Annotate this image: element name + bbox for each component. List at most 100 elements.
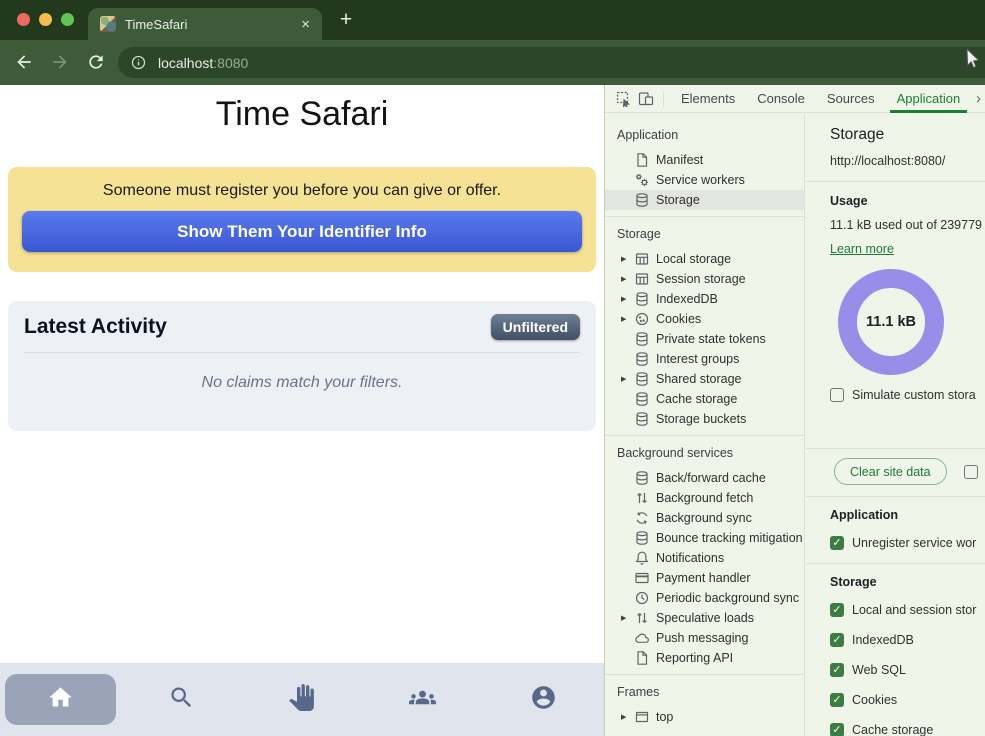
expander-icon[interactable] [621,255,634,263]
tab-sources[interactable]: Sources [816,85,886,113]
tree-item-top-frame[interactable]: top [605,707,804,727]
tab-elements[interactable]: Elements [670,85,746,113]
back-icon[interactable] [14,52,34,72]
nav-search[interactable] [121,684,242,716]
tree-item-payment-handler[interactable]: Payment handler [605,568,804,588]
websql-checkbox[interactable] [830,663,844,677]
minimize-window-button[interactable] [39,13,52,26]
strip-separator [663,91,664,107]
site-info-icon[interactable] [130,54,147,71]
pane-divider [806,563,985,564]
database-icon [634,331,650,347]
tree-item-storage-buckets[interactable]: Storage buckets [605,409,804,429]
tree-item-shared-storage[interactable]: Shared storage [605,369,804,389]
expander-icon[interactable] [621,375,634,383]
forward-icon[interactable] [50,52,70,72]
tree-item-indexeddb[interactable]: IndexedDB [605,289,804,309]
tab-close-icon[interactable]: × [301,17,310,32]
tree-item-bounce-tracking[interactable]: Bounce tracking mitigation [605,528,804,548]
usage-donut-label: 11.1 kB [866,314,916,330]
indexeddb-checkbox[interactable] [830,633,844,647]
show-identifier-info-button[interactable]: Show Them Your Identifier Info [22,211,582,252]
nav-home-active-pill[interactable] [5,674,116,725]
usage-heading: Usage [830,194,985,208]
storage-option-row: Web SQL [830,662,985,678]
unregister-sw-row: Unregister service wor [830,535,985,551]
expander-icon[interactable] [621,315,634,323]
empty-state-message: No claims match your filters. [24,374,580,392]
nav-profile[interactable] [483,684,604,716]
browser-tab[interactable]: TimeSafari × [88,8,322,40]
usage-donut-chart: 11.1 kB [838,269,944,375]
nav-offer[interactable] [242,684,363,716]
device-toolbar-icon[interactable] [635,90,657,108]
clear-site-data-button[interactable]: Clear site data [834,458,947,485]
expander-icon[interactable] [621,713,634,721]
cloud-icon [634,630,650,646]
tree-item-periodic-background-sync[interactable]: Periodic background sync [605,588,804,608]
browser-toolbar: localhost:8080 [0,40,985,85]
file-icon [634,650,650,666]
timesafari-favicon [100,16,116,32]
browser-window: TimeSafari × + localhost:8080 Time Safar… [0,0,985,736]
nav-contacts[interactable] [362,684,483,716]
unfiltered-button[interactable]: Unfiltered [491,314,580,340]
sidebar-section-application: Application Manifest Service workers Sto… [605,118,804,210]
database-icon [634,291,650,307]
latest-activity-heading: Latest Activity [24,315,167,339]
tree-item-back-forward-cache[interactable]: Back/forward cache [605,468,804,488]
local-session-storage-checkbox[interactable] [830,603,844,617]
home-icon [47,684,74,716]
simulate-quota-checkbox[interactable] [830,388,844,402]
third-party-cookies-checkbox[interactable] [964,465,978,479]
tree-item-service-workers[interactable]: Service workers [605,170,804,190]
url-host: localhost [158,55,213,71]
gears-icon [634,172,650,188]
tree-item-notifications[interactable]: Notifications [605,548,804,568]
tree-item-storage[interactable]: Storage [605,190,804,210]
tree-item-cookies[interactable]: Cookies [605,309,804,329]
more-tabs-icon[interactable]: › [976,90,981,107]
tree-item-cache-storage[interactable]: Cache storage [605,389,804,409]
tree-item-push-messaging[interactable]: Push messaging [605,628,804,648]
storage-option-row: Local and session stor [830,602,985,618]
tree-item-manifest[interactable]: Manifest [605,150,804,170]
close-window-button[interactable] [17,13,30,26]
section-title: Application [605,124,804,150]
tree-item-speculative-loads[interactable]: Speculative loads [605,608,804,628]
credit-card-icon [634,570,650,586]
reload-icon[interactable] [86,52,106,72]
tree-item-interest-groups[interactable]: Interest groups [605,349,804,369]
registration-banner: Someone must register you before you can… [8,167,596,272]
clear-site-data-row: Clear site data in [830,449,985,496]
tree-item-private-state-tokens[interactable]: Private state tokens [605,329,804,349]
tab-console[interactable]: Console [746,85,816,113]
tree-item-reporting-api[interactable]: Reporting API [605,648,804,668]
address-bar[interactable]: localhost:8080 [118,47,985,78]
up-down-arrows-icon [634,610,650,626]
pane-title: Storage [830,126,985,144]
tree-item-background-sync[interactable]: Background sync [605,508,804,528]
new-tab-button[interactable]: + [332,6,360,34]
nav-home[interactable] [0,674,121,725]
cache-storage-checkbox[interactable] [830,723,844,736]
expander-icon[interactable] [621,295,634,303]
unregister-sw-checkbox[interactable] [830,536,844,550]
storage-option-row: Cache storage [830,722,985,736]
tree-item-background-fetch[interactable]: Background fetch [605,488,804,508]
tab-application[interactable]: Application [886,85,972,113]
section-title: Background services [605,442,804,468]
search-icon [168,684,195,716]
tree-item-session-storage[interactable]: Session storage [605,269,804,289]
mouse-cursor [964,47,985,73]
simulate-quota-label: Simulate custom stora [852,388,976,402]
tree-item-local-storage[interactable]: Local storage [605,249,804,269]
card-divider [24,352,580,353]
learn-more-link[interactable]: Learn more [830,242,894,256]
expander-icon[interactable] [621,614,634,622]
zoom-window-button[interactable] [61,13,74,26]
expander-icon[interactable] [621,275,634,283]
cookies-checkbox[interactable] [830,693,844,707]
bottom-navigation [0,663,604,736]
inspect-element-icon[interactable] [613,90,635,108]
